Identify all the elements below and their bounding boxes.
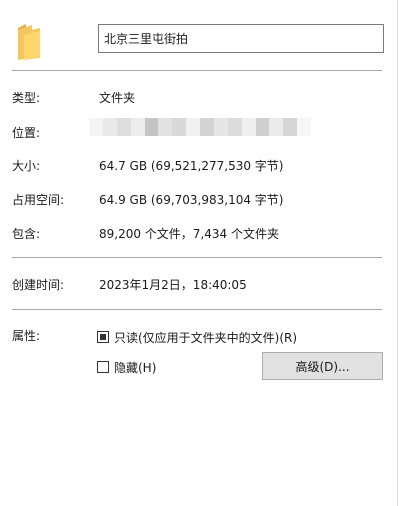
redaction-block <box>89 118 103 136</box>
divider <box>12 70 382 71</box>
redaction-block <box>102 118 117 136</box>
hidden-checkbox-label[interactable]: 隐藏(H) <box>114 359 156 376</box>
created-label: 创建时间: <box>12 278 65 292</box>
divider <box>12 257 382 258</box>
readonly-checkbox-label[interactable]: 只读(仅应用于文件夹中的文件)(R) <box>114 329 297 346</box>
redaction-block <box>130 118 145 136</box>
redaction-block <box>186 118 200 136</box>
redaction-block <box>144 118 159 136</box>
contains-value: 89,200 个文件，7,434 个文件夹 <box>99 227 279 241</box>
type-value: 文件夹 <box>99 91 136 105</box>
disk-size-value: 64.9 GB (69,703,983,104 字节) <box>99 193 284 207</box>
readonly-checkbox[interactable] <box>97 331 109 343</box>
advanced-button[interactable]: 高级(D)... <box>262 352 383 380</box>
created-value: 2023年1月2日，18:40:05 <box>99 278 247 292</box>
redaction-block <box>227 118 242 136</box>
redaction-block <box>255 118 270 136</box>
redaction-block <box>158 118 173 136</box>
redaction-block <box>297 118 311 136</box>
size-label: 大小: <box>12 159 41 173</box>
folder-icon <box>18 24 40 60</box>
attributes-label: 属性: <box>12 329 41 343</box>
redaction-block <box>172 118 187 136</box>
location-label: 位置: <box>12 126 41 140</box>
size-value: 64.7 GB (69,521,277,530 字节) <box>99 159 284 173</box>
disk-size-label: 占用空间: <box>12 193 65 207</box>
hidden-checkbox[interactable] <box>97 361 109 373</box>
folder-name-input[interactable] <box>98 24 384 53</box>
redaction-block <box>269 118 284 136</box>
divider <box>12 309 382 310</box>
redaction-block <box>200 118 214 136</box>
properties-general-panel: 类型: 文件夹 位置: 大小: 64.7 GB (69,521,277,530 … <box>0 0 398 506</box>
redaction-block <box>213 118 228 136</box>
redaction-block <box>116 118 131 136</box>
contains-label: 包含: <box>12 227 41 241</box>
redaction-block <box>241 118 256 136</box>
type-label: 类型: <box>12 91 41 105</box>
redaction-block <box>283 118 298 136</box>
location-value-redacted <box>89 118 311 136</box>
